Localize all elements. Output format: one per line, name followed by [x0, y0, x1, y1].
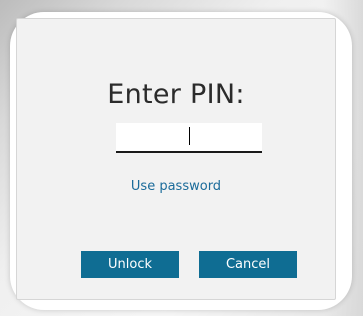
use-password-link[interactable]: Use password	[17, 179, 335, 194]
unlock-button[interactable]: Unlock	[81, 251, 179, 278]
pin-dialog: Enter PIN: Use password Unlock Cancel	[16, 18, 336, 300]
text-caret	[189, 127, 190, 145]
cancel-button[interactable]: Cancel	[199, 251, 297, 278]
dialog-title: Enter PIN:	[107, 79, 245, 110]
screen: Enter PIN: Use password Unlock Cancel	[0, 0, 363, 316]
